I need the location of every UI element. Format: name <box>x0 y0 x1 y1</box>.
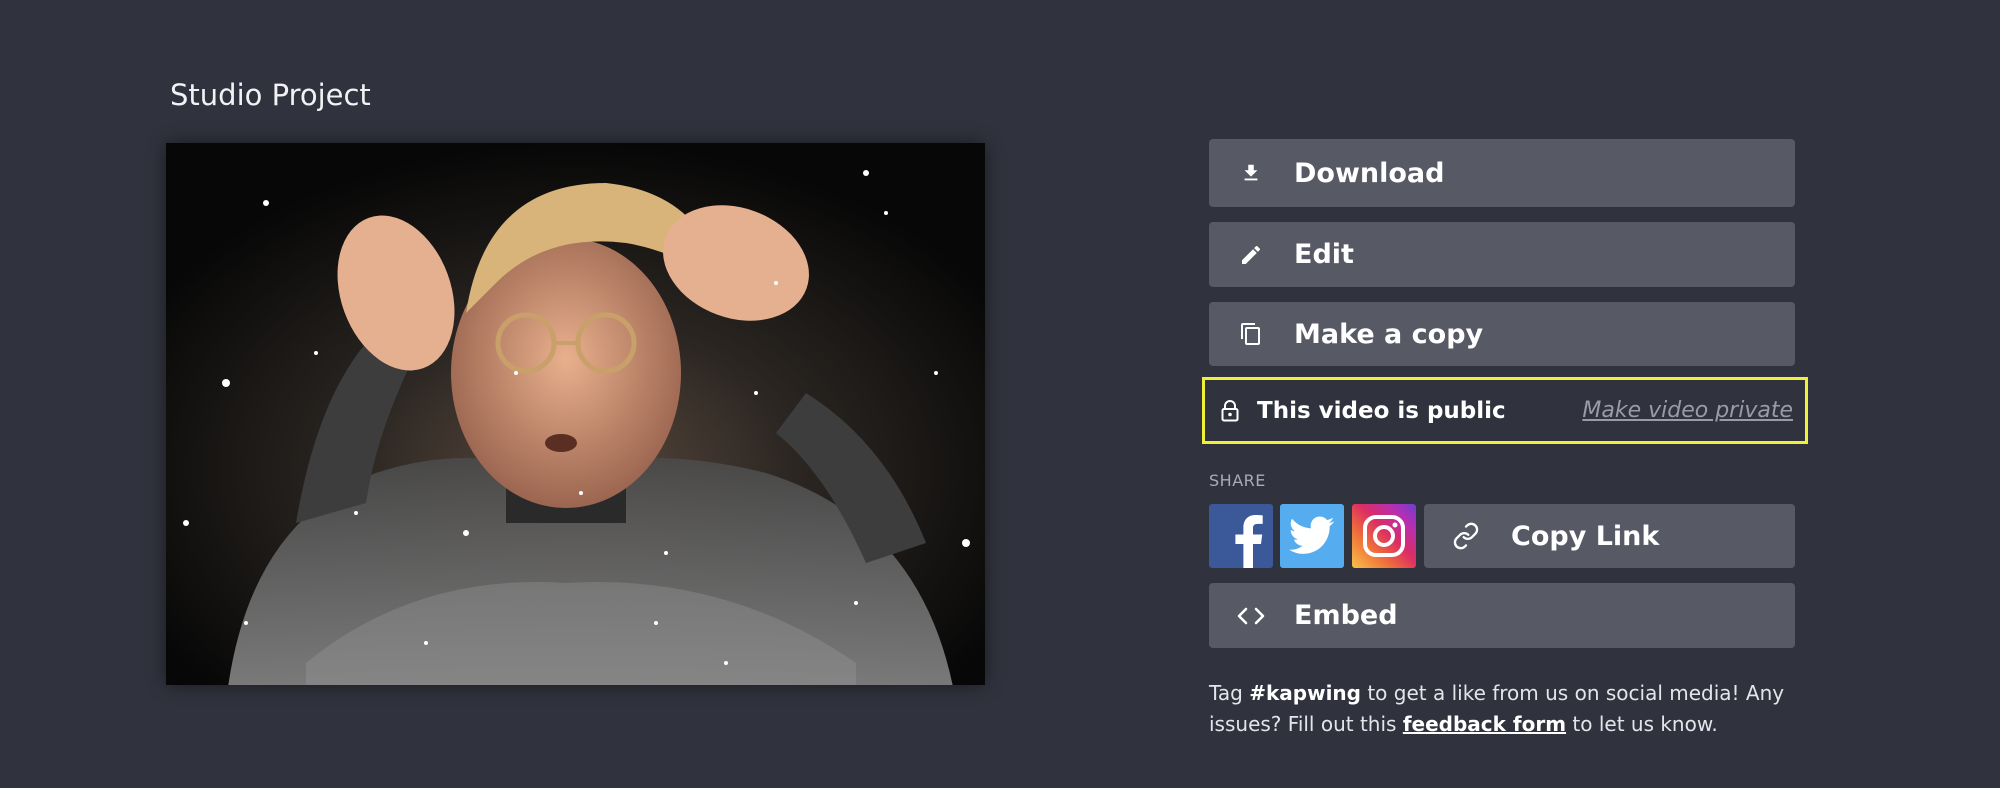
instagram-icon <box>1363 515 1405 557</box>
facebook-share-button[interactable] <box>1209 504 1273 568</box>
video-thumbnail <box>166 143 985 685</box>
kapwing-hashtag: #kapwing <box>1249 681 1361 705</box>
twitter-share-button[interactable] <box>1280 504 1344 568</box>
project-page: Studio Project Download Edit Make a copy… <box>0 0 2000 788</box>
instagram-share-button[interactable] <box>1352 504 1416 568</box>
copy-link-label: Copy Link <box>1511 520 1660 552</box>
download-button[interactable]: Download <box>1209 139 1795 207</box>
copy-link-button[interactable]: Copy Link <box>1424 504 1795 568</box>
pencil-icon <box>1236 240 1266 270</box>
kapwing-footnote: Tag #kapwing to get a like from us on so… <box>1209 678 1809 740</box>
edit-label: Edit <box>1294 239 1354 270</box>
edit-button[interactable]: Edit <box>1209 222 1795 287</box>
make-copy-button[interactable]: Make a copy <box>1209 302 1795 366</box>
download-icon <box>1236 158 1266 188</box>
video-preview[interactable] <box>166 143 985 685</box>
share-section-label: SHARE <box>1209 471 1266 490</box>
twitter-icon <box>1289 516 1335 554</box>
make-copy-label: Make a copy <box>1294 318 1484 350</box>
footnote-text-end: to let us know. <box>1566 712 1718 736</box>
page-title: Studio Project <box>170 78 371 112</box>
download-label: Download <box>1294 157 1445 189</box>
make-private-link[interactable]: Make video private <box>1582 398 1793 423</box>
embed-label: Embed <box>1294 600 1398 631</box>
link-icon <box>1451 521 1481 551</box>
code-icon <box>1236 601 1266 631</box>
lock-icon <box>1219 398 1241 424</box>
copy-icon <box>1236 319 1266 349</box>
feedback-form-link[interactable]: feedback form <box>1403 712 1566 736</box>
embed-button[interactable]: Embed <box>1209 583 1795 648</box>
privacy-status-box: This video is public Make video private <box>1202 377 1808 444</box>
facebook-icon <box>1235 515 1263 568</box>
footnote-text-prefix: Tag <box>1209 681 1250 705</box>
privacy-status-text: This video is public <box>1257 397 1506 424</box>
